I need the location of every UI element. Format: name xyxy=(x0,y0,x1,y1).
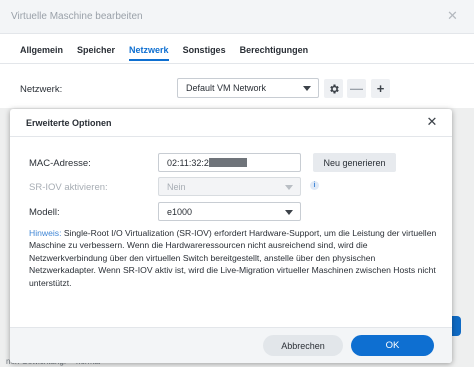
redaction-bar xyxy=(208,158,247,167)
dialog-title: Erweiterte Optionen xyxy=(26,118,112,128)
cancel-button[interactable]: Abbrechen xyxy=(263,335,343,356)
mac-value: 02:11:32:2 xyxy=(167,158,209,168)
tab-sonstiges[interactable]: Sonstiges xyxy=(183,45,226,61)
tab-allgemein[interactable]: Allgemein xyxy=(20,45,63,61)
sriov-value: Nein xyxy=(167,182,186,192)
network-select[interactable]: Default VM Network xyxy=(177,78,319,98)
chevron-down-icon xyxy=(285,185,293,190)
sriov-select[interactable]: Nein xyxy=(158,177,301,196)
mac-label: MAC-Adresse: xyxy=(29,158,91,169)
chevron-down-icon xyxy=(285,210,293,215)
close-icon[interactable]: ✕ xyxy=(425,114,439,129)
regenerate-button[interactable]: Neu generieren xyxy=(313,153,396,172)
network-settings-button[interactable] xyxy=(324,79,343,98)
ok-button[interactable]: OK xyxy=(351,335,434,356)
model-value: e1000 xyxy=(167,207,193,217)
plus-icon: + xyxy=(376,81,385,96)
window-titlebar: Virtuelle Maschine bearbeiten ✕ xyxy=(0,0,474,34)
hint-body: Single-Root I/O Virtualization (SR-IOV) … xyxy=(29,228,437,288)
tab-netzwerk[interactable]: Netzwerk xyxy=(129,45,169,61)
tab-divider xyxy=(0,63,474,64)
dialog-header: Erweiterte Optionen ✕ xyxy=(10,109,452,137)
window-title: Virtuelle Maschine bearbeiten xyxy=(11,11,143,22)
hint-text: Hinweis: Single-Root I/O Virtualization … xyxy=(29,227,437,289)
network-remove-button[interactable]: — xyxy=(347,79,366,98)
network-select-value: Default VM Network xyxy=(186,83,267,93)
model-label: Modell: xyxy=(29,207,60,218)
model-select[interactable]: e1000 xyxy=(158,202,301,221)
tab-bar: Allgemein Speicher Netzwerk Sonstiges Be… xyxy=(20,45,322,61)
gear-icon xyxy=(329,84,339,93)
tab-berechtigungen[interactable]: Berechtigungen xyxy=(240,45,309,61)
advanced-options-dialog: Erweiterte Optionen ✕ MAC-Adresse: 02:11… xyxy=(10,109,452,363)
network-label: Netzwerk: xyxy=(20,84,63,95)
close-icon[interactable]: ✕ xyxy=(447,8,458,24)
minus-icon: — xyxy=(350,81,363,96)
info-icon[interactable]: i xyxy=(310,181,319,190)
network-add-button[interactable]: + xyxy=(371,79,390,98)
chevron-down-icon xyxy=(303,86,311,91)
sriov-label: SR-IOV aktivieren: xyxy=(29,182,108,193)
mac-address-input[interactable]: 02:11:32:2 xyxy=(158,153,301,172)
hint-label: Hinweis: xyxy=(29,228,62,238)
tab-speicher[interactable]: Speicher xyxy=(77,45,115,61)
